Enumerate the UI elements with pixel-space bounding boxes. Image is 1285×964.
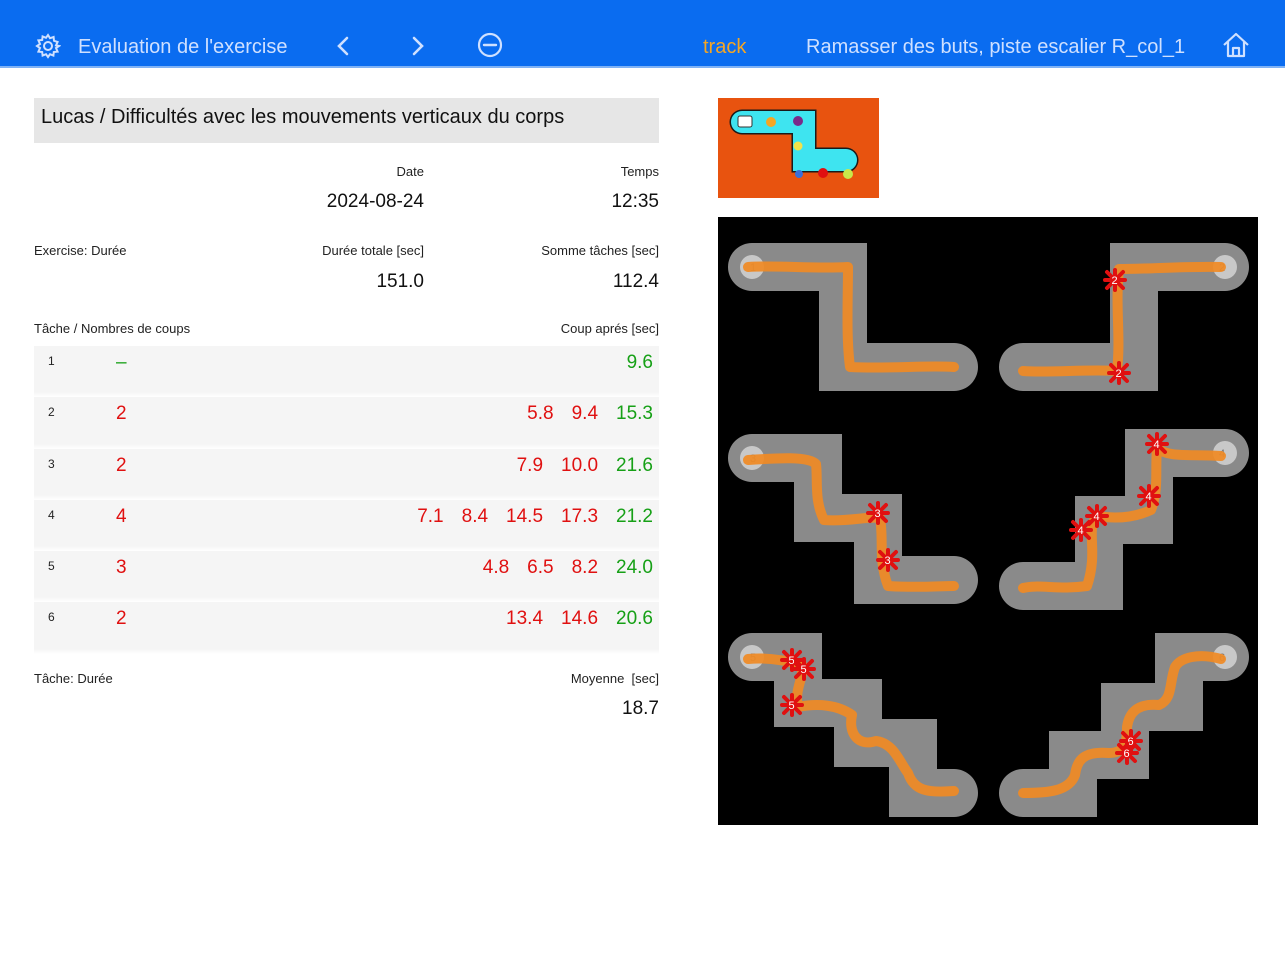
patient-header: Lucas / Difficultés avec les mouvements …	[34, 98, 659, 143]
track-panel-3: 333	[718, 420, 987, 622]
track-panels-grid: 1222333444445555666	[718, 217, 1258, 825]
task-duration-label: Tâche: Durée	[34, 671, 113, 686]
task-final-time: 9.6	[626, 352, 653, 373]
table-row: 1 – 9.6	[34, 346, 659, 398]
hit-count: 2	[116, 608, 127, 630]
exercise-thumbnail	[718, 98, 879, 198]
track-panel-5: 5555	[718, 623, 987, 825]
hit-marker: 3	[876, 548, 900, 572]
task-count-header: Tâche / Nombres de coups	[34, 321, 191, 336]
track-panel-2: 222	[989, 217, 1258, 419]
track-panel-1: 1	[718, 217, 987, 419]
hit-time: 5.8	[527, 403, 554, 425]
hit-time: 7.1	[417, 505, 444, 527]
hit-time: 14.6	[561, 608, 599, 630]
task-final-time: 21.2	[616, 505, 653, 527]
task-final-time: 15.3	[616, 403, 653, 425]
hit-time: 8.2	[571, 557, 599, 579]
hit-marker: 5	[792, 657, 816, 681]
hit-times: 4.8 6.5 8.2 24.0	[483, 557, 653, 579]
hit-marker-label: 5	[789, 700, 795, 712]
time-label: Temps	[620, 164, 659, 179]
hit-marker: 2	[1103, 268, 1127, 292]
mode-tab-track[interactable]: track	[703, 35, 746, 59]
hit-marker-label: 3	[885, 555, 891, 567]
track-panel-4: 44444	[989, 420, 1258, 622]
task-table: 1 – 9.6 2 2 5.8 9.4 15.3 3 2 7.9 10.0 21.6 4 4 7.1 8.4 14…	[34, 346, 659, 654]
hit-times: 7.1 8.4 14.5 17.3 21.2	[417, 506, 653, 528]
exercise-name: Ramasser des buts, piste escalier R_col_…	[806, 36, 1186, 58]
track-panel-6: 666	[989, 623, 1258, 825]
hit-time: 13.4	[506, 608, 544, 630]
hit-marker-label: 3	[875, 508, 881, 520]
hit-marker-label: 4	[1094, 511, 1100, 523]
hit-count: 2	[116, 454, 127, 476]
task-number: 6	[48, 610, 55, 625]
task-number: 5	[48, 559, 55, 574]
hit-marker-label: 5	[789, 655, 795, 667]
hit-count: 3	[116, 557, 127, 579]
minus-circle-icon[interactable]	[475, 30, 505, 60]
task-number: 2	[48, 405, 55, 420]
hit-time: 7.9	[516, 454, 544, 476]
hit-marker-label: 2	[1116, 368, 1122, 380]
date-label: Date	[396, 164, 424, 179]
task-number: 3	[48, 456, 55, 471]
total-duration-label: Durée totale [sec]	[322, 243, 424, 258]
table-row: 6 2 13.4 14.6 20.6	[34, 602, 659, 654]
date-value: 2024-08-24	[326, 191, 424, 212]
hit-marker-label: 6	[1124, 748, 1130, 760]
hit-marker-label: 4	[1146, 491, 1152, 503]
chevron-left-icon[interactable]	[330, 31, 356, 61]
task-sum-value: 112.4	[612, 271, 659, 292]
task-final-time: 21.6	[616, 454, 653, 476]
table-row: 3 2 7.9 10.0 21.6	[34, 448, 659, 500]
hit-time: 17.3	[561, 505, 599, 527]
task-sum-label: Somme tâches [sec]	[541, 243, 659, 258]
total-duration-value: 151.0	[376, 271, 424, 292]
hit-time: 4.8	[482, 557, 510, 579]
hit-marker-label: 2	[1112, 275, 1118, 287]
hit-time: 6.5	[527, 557, 554, 579]
table-row: 4 4 7.1 8.4 14.5 17.3 21.2	[34, 499, 659, 552]
hit-time: 8.4	[461, 505, 489, 527]
gear-icon[interactable]	[33, 31, 63, 61]
hit-count: 2	[116, 403, 127, 425]
hit-times: 7.9 10.0 21.6	[517, 455, 653, 477]
hit-time-header: Coup aprés [sec]	[560, 321, 659, 336]
exercise-duration-label: Exercise: Durée	[34, 243, 127, 258]
hit-time: 9.4	[571, 403, 599, 425]
hit-times: 9.6	[627, 352, 653, 374]
hit-marker: 6	[1115, 741, 1139, 765]
hit-marker: 3	[866, 501, 890, 525]
top-bar: Evaluation de l'exercise track Ramasser …	[0, 0, 1285, 68]
table-row: 2 2 5.8 9.4 15.3	[34, 397, 659, 449]
mean-value: 18.7	[622, 698, 659, 719]
task-number: 1	[48, 354, 55, 368]
hit-marker: 4	[1145, 432, 1169, 456]
page-title: Evaluation de l'exercise	[78, 36, 288, 58]
hit-times: 13.4 14.6 20.6	[506, 608, 653, 630]
hit-times: 5.8 9.4 15.3	[527, 403, 653, 425]
hit-marker-label: 4	[1078, 525, 1084, 537]
chevron-right-icon[interactable]	[405, 31, 431, 61]
hit-marker: 4	[1137, 484, 1161, 508]
task-final-time: 24.0	[616, 557, 653, 579]
home-icon[interactable]	[1220, 29, 1252, 61]
task-final-time: 20.6	[616, 608, 653, 630]
time-value: 12:35	[611, 191, 659, 212]
hit-time: 10.0	[561, 454, 599, 476]
hit-count: –	[116, 352, 127, 373]
hit-marker-label: 4	[1154, 439, 1160, 451]
hit-count: 4	[116, 505, 127, 527]
hit-marker: 5	[780, 693, 804, 717]
mean-label: Moyenne [sec]	[570, 671, 659, 686]
hit-time: 14.5	[506, 505, 544, 527]
hit-marker: 2	[1107, 361, 1131, 385]
hit-marker: 4	[1069, 518, 1093, 542]
task-number: 4	[48, 507, 55, 522]
hit-marker-label: 5	[801, 664, 807, 676]
table-row: 5 3 4.8 6.5 8.2 24.0	[34, 551, 659, 603]
